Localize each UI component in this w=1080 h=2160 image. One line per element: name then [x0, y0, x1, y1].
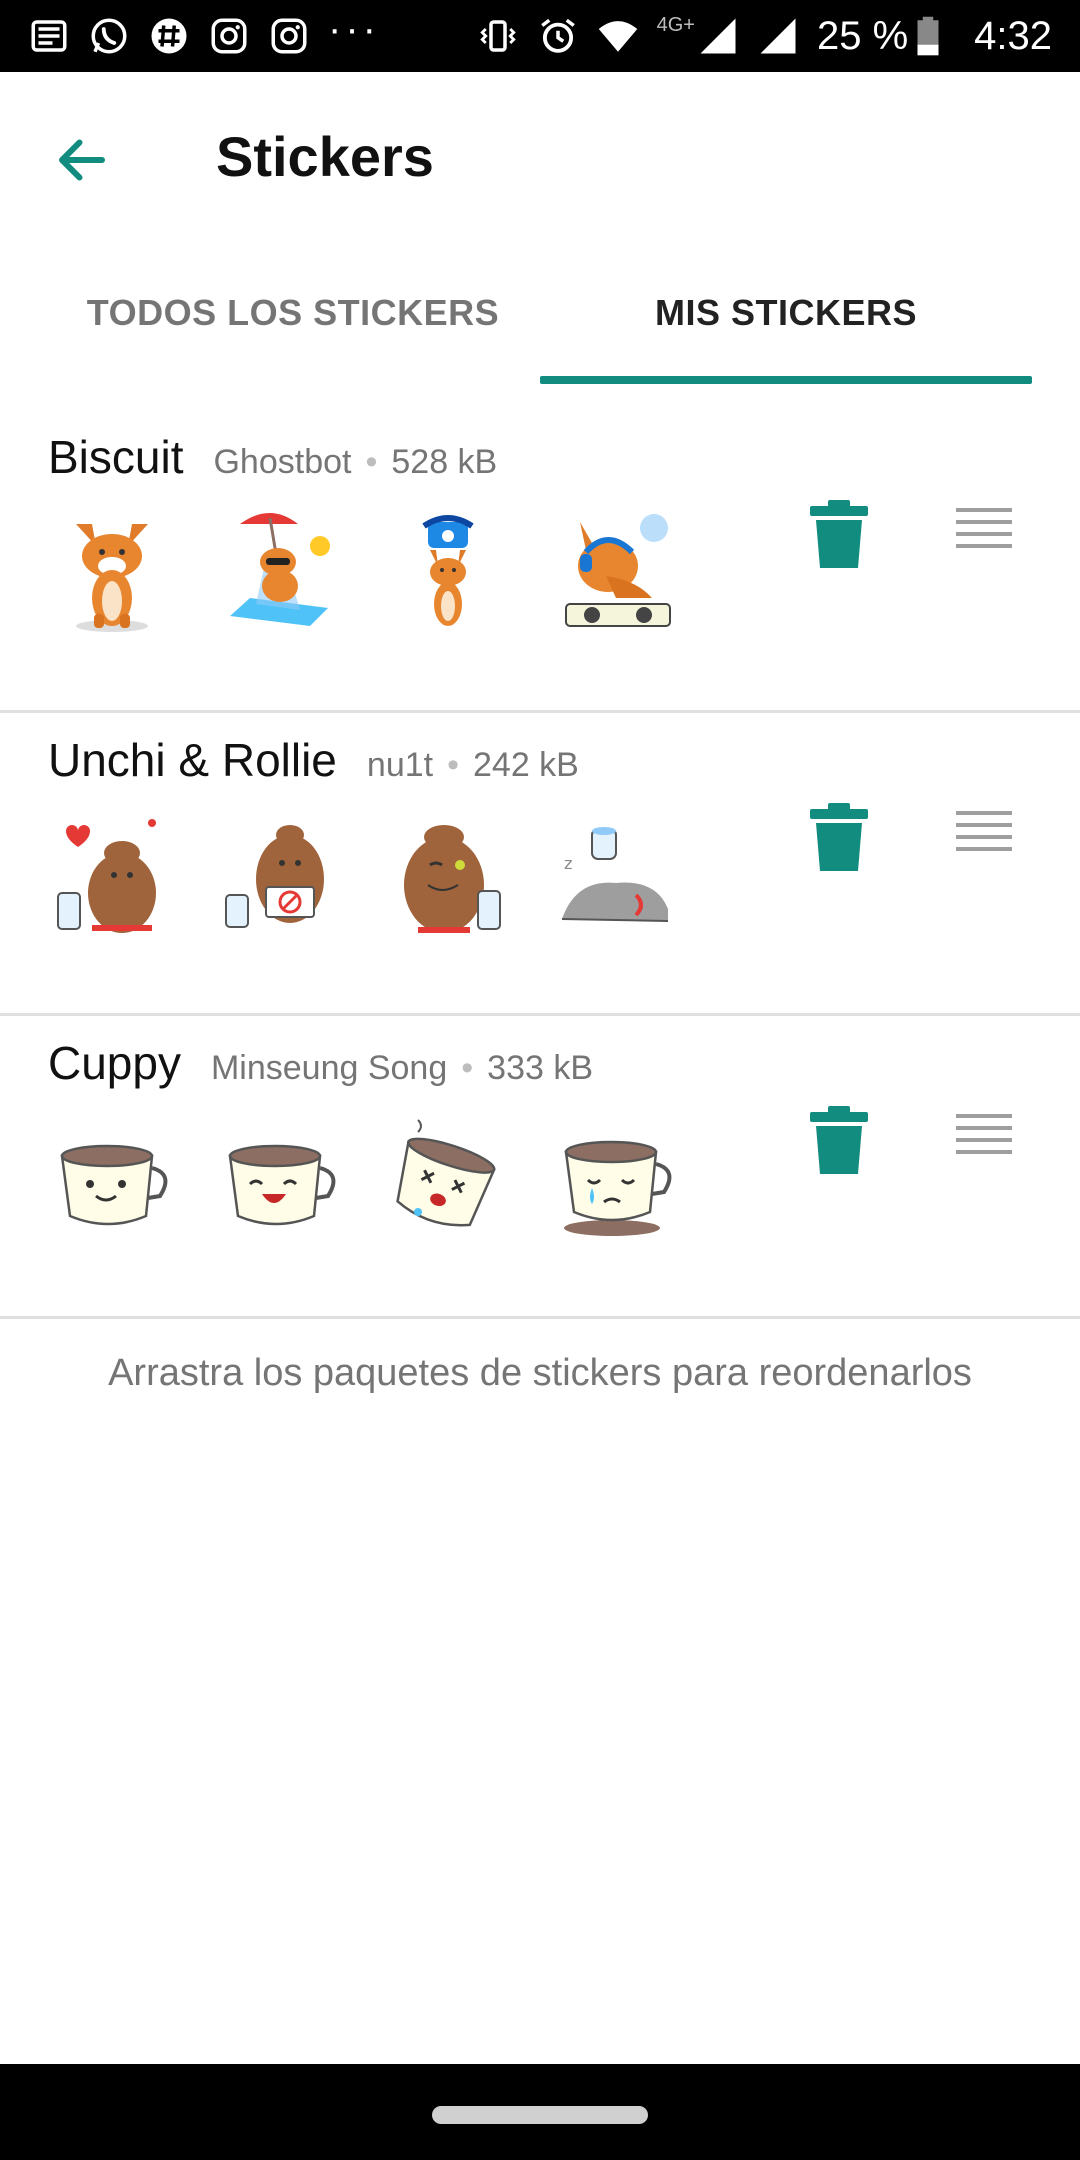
- sticker-preview-list: [52, 506, 676, 636]
- arrow-back-icon: [59, 139, 105, 181]
- pack-name: Unchi & Rollie: [48, 734, 337, 786]
- signal-icon: [697, 15, 739, 57]
- pack-name: Biscuit: [48, 431, 184, 483]
- tab-indicator: [540, 376, 1032, 384]
- system-icons: 4G+ 25 % 4:32: [477, 0, 1052, 72]
- whatsapp-icon: [88, 15, 130, 57]
- drag-handle-icon: [956, 508, 1012, 548]
- pack-author: nu1t: [366, 746, 434, 784]
- sticker-poop-sign: [220, 809, 340, 939]
- back-button[interactable]: [40, 118, 124, 202]
- battery-icon: [916, 15, 940, 57]
- pack-author: Minseung Song: [210, 1049, 448, 1087]
- navigation-bar: [0, 2064, 1080, 2160]
- sticker-fox-phone: [388, 506, 508, 636]
- more-dots-icon: ···: [328, 6, 380, 51]
- sticker-poop-wink: [388, 809, 508, 939]
- drag-handle[interactable]: [956, 805, 1012, 861]
- pack-header: Unchi & Rollie nu1t • 242 kB: [48, 733, 579, 787]
- drag-handle[interactable]: [956, 502, 1012, 558]
- sticker-cup-laugh: [220, 1112, 340, 1242]
- pack-size: 242 kB: [473, 746, 579, 784]
- sticker-fox-dj: [556, 506, 676, 636]
- news-icon: [28, 15, 70, 57]
- app-bar: Stickers: [0, 72, 1080, 242]
- trash-icon: [810, 1106, 868, 1174]
- pack-name: Cuppy: [48, 1037, 181, 1089]
- meta-separator: •: [365, 443, 378, 481]
- home-gesture-handle[interactable]: [432, 2106, 648, 2124]
- pack-size: 333 kB: [487, 1049, 594, 1087]
- instagram-icon: [268, 15, 310, 57]
- meta-separator: •: [461, 1049, 474, 1087]
- notification-icons: ···: [28, 0, 380, 72]
- sticker-roll-sleep: z: [556, 809, 676, 939]
- drag-handle[interactable]: [956, 1108, 1012, 1164]
- network-type-label: 4G+: [656, 14, 695, 36]
- signal-icon: [757, 15, 799, 57]
- sticker-preview-list: z: [52, 809, 676, 939]
- sticker-fox-sitting: [52, 506, 172, 636]
- pack-size: 528 kB: [391, 443, 498, 481]
- sticker-pack-row[interactable]: Biscuit Ghostbot • 528 kB: [0, 410, 1080, 713]
- delete-pack-button[interactable]: [808, 498, 870, 570]
- tab-my-stickers[interactable]: MIS STICKERS: [540, 242, 1032, 384]
- sticker-fox-beach: [220, 506, 340, 636]
- drag-handle-icon: [956, 811, 1012, 851]
- slack-icon: [148, 15, 190, 57]
- reorder-hint: Arrastra los paquetes de stickers para r…: [108, 1352, 972, 1394]
- sticker-pack-row[interactable]: Unchi & Rollie nu1t • 242 kB z: [0, 713, 1080, 1016]
- sticker-cup-dizzy: [388, 1112, 508, 1242]
- svg-text:z: z: [564, 854, 572, 873]
- tab-all-stickers[interactable]: TODOS LOS STICKERS: [48, 242, 538, 384]
- vibrate-icon: [477, 15, 519, 57]
- page-title: Stickers: [216, 125, 434, 188]
- sticker-cup-smile: [52, 1112, 172, 1242]
- pack-header: Biscuit Ghostbot • 528 kB: [48, 430, 497, 484]
- status-bar: ··· 4G+ 25 % 4:32: [0, 0, 1080, 72]
- alarm-icon: [537, 15, 579, 57]
- clock: 4:32: [974, 13, 1052, 58]
- wifi-icon: [597, 15, 639, 57]
- trash-icon: [810, 500, 868, 568]
- meta-separator: •: [447, 746, 459, 784]
- trash-icon: [810, 803, 868, 871]
- drag-handle-icon: [956, 1114, 1012, 1154]
- pack-header: Cuppy Minseung Song • 333 kB: [48, 1036, 593, 1090]
- instagram-icon: [208, 15, 250, 57]
- sticker-cup-cry: [556, 1112, 676, 1242]
- sticker-pack-row[interactable]: Cuppy Minseung Song • 333 kB: [0, 1016, 1080, 1319]
- delete-pack-button[interactable]: [808, 1104, 870, 1176]
- battery-percent: 25 %: [816, 13, 909, 58]
- tab-bar: TODOS LOS STICKERS MIS STICKERS: [0, 242, 1080, 384]
- pack-author: Ghostbot: [213, 443, 352, 481]
- sticker-poop-love: [52, 809, 172, 939]
- sticker-preview-list: [52, 1112, 676, 1242]
- delete-pack-button[interactable]: [808, 801, 870, 873]
